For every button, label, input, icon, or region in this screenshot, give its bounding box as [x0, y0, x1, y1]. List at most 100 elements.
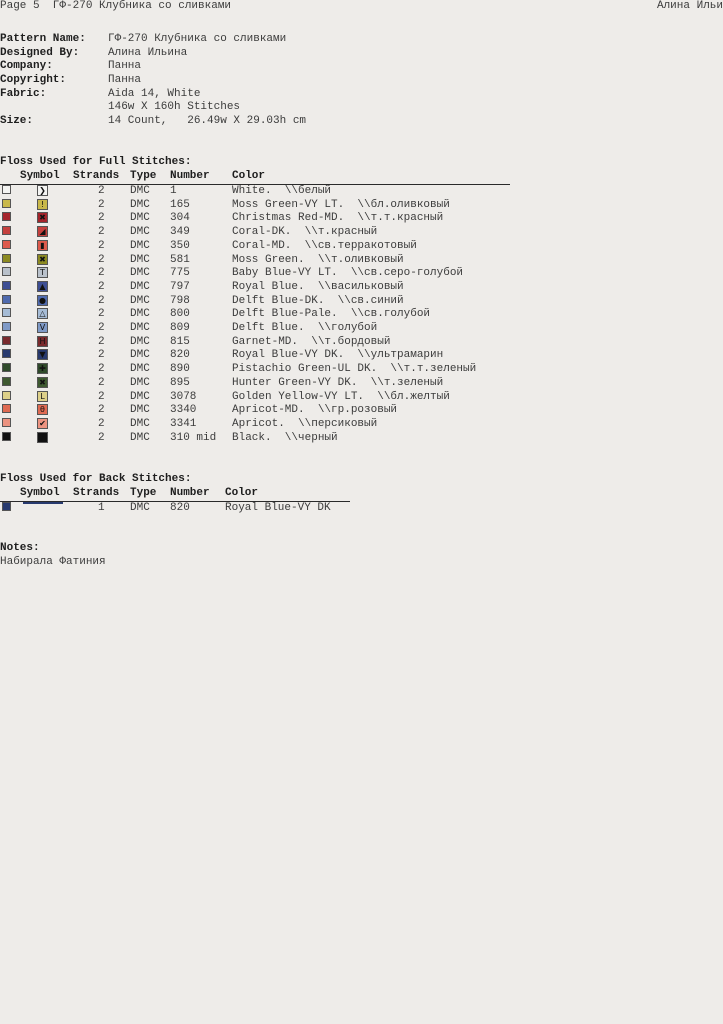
- color-swatch: [2, 431, 11, 441]
- floss-type: DMC: [130, 253, 150, 266]
- floss-color: Delft Blue. \\голубой: [232, 322, 378, 334]
- floss-color: Delft Blue-DK. \\св.синий: [232, 294, 404, 307]
- floss-strands: 2: [98, 226, 105, 239]
- floss-color: Royal Blue-VY DK: [225, 502, 331, 514]
- floss-number: 800: [170, 308, 190, 321]
- stitch-symbol-icon: △: [37, 308, 48, 320]
- floss-row: ✔ 2 DMC 3341 Apricot. \\персиковый: [0, 417, 520, 432]
- floss-type: DMC: [130, 280, 150, 293]
- floss-strands: 2: [98, 212, 105, 225]
- floss-number: 3341: [170, 417, 197, 430]
- floss-strands: 1: [98, 502, 105, 514]
- header-color: Color: [225, 487, 259, 499]
- header-type: Type: [130, 487, 157, 499]
- info-key: Pattern Name:: [0, 33, 86, 45]
- floss-color: Moss Green. \\т.оливковый: [232, 253, 404, 266]
- full-stitches-header: Symbol Strands Type Number Color: [0, 170, 520, 184]
- floss-row: ▼ 2 DMC 820 Royal Blue-VY DK. \\ультрамарин: [0, 349, 520, 363]
- page-label: Page 5 ГФ-270 Клубника со сливками: [0, 0, 232, 12]
- stitch-symbol-icon: L: [37, 390, 48, 402]
- floss-type: DMC: [130, 376, 150, 389]
- info-key: Fabric:: [0, 87, 47, 100]
- header-type: Type: [130, 170, 157, 182]
- floss-strands: 2: [98, 308, 105, 321]
- floss-type: DMC: [130, 417, 150, 430]
- floss-color: Moss Green-VY LT. \\бл.оливковый: [232, 198, 450, 211]
- floss-type: DMC: [130, 294, 150, 307]
- author-short: Алина Ильи: [656, 0, 723, 12]
- info-key: Copyright:: [0, 74, 67, 87]
- floss-number: 3078: [170, 390, 197, 403]
- floss-number: 3340: [170, 404, 197, 417]
- color-swatch: [2, 349, 11, 359]
- color-swatch: [2, 335, 11, 345]
- header-strands: Strands: [73, 487, 120, 499]
- backstitch-line-icon: [23, 502, 63, 504]
- floss-strands: 2: [98, 335, 105, 348]
- floss-row: / 2 DMC 310 mid Black. \\черный: [0, 431, 520, 446]
- floss-number: 310 mid: [170, 431, 217, 444]
- floss-type: DMC: [130, 198, 150, 211]
- floss-row: θ 2 DMC 3340 Apricot-MD. \\гр.розовый: [0, 404, 520, 418]
- full-stitches-title: Floss Used for Full Stitches:: [0, 156, 192, 168]
- header-symbol: Symbol: [20, 487, 60, 499]
- floss-color: Coral-MD. \\св.терракотовый: [232, 239, 417, 252]
- floss-color: Apricot-MD. \\гр.розовый: [232, 404, 398, 417]
- floss-color: Golden Yellow-VY LT. \\бл.желтый: [232, 390, 450, 403]
- floss-color: White. \\белый: [232, 185, 332, 197]
- stitch-symbol-icon: ✖: [37, 253, 48, 265]
- floss-row: ✖ 2 DMC 895 Hunter Green-VY DK. \\т.зеленый: [0, 376, 520, 391]
- floss-row: H 2 DMC 815 Garnet-MD. \\т.бордовый: [0, 335, 520, 350]
- floss-strands: 2: [98, 431, 105, 444]
- header-symbol: Symbol: [20, 170, 60, 182]
- floss-number: 581: [170, 253, 190, 266]
- floss-strands: 2: [98, 363, 105, 376]
- floss-row: ● 2 DMC 798 Delft Blue-DK. \\св.синий: [0, 294, 520, 309]
- info-value: Алина Ильина: [108, 46, 188, 59]
- stitch-symbol-icon: ✔: [37, 417, 48, 429]
- stitch-symbol-icon: ❯: [37, 185, 48, 196]
- floss-type: DMC: [130, 431, 150, 444]
- floss-strands: 2: [98, 417, 105, 430]
- floss-row: ❯ 2 DMC 1 White. \\белый: [0, 185, 520, 199]
- floss-number: 349: [170, 226, 190, 239]
- header-strands: Strands: [73, 170, 120, 182]
- floss-row: ▲ 2 DMC 797 Royal Blue. \\васильковый: [0, 280, 520, 295]
- floss-strands: 2: [98, 390, 105, 403]
- floss-row: V 2 DMC 809 Delft Blue. \\голубой: [0, 322, 520, 336]
- floss-type: DMC: [130, 267, 150, 280]
- floss-type: DMC: [130, 363, 150, 376]
- floss-row: ✖ 2 DMC 581 Moss Green. \\т.оливковый: [0, 253, 520, 268]
- floss-type: DMC: [130, 308, 150, 321]
- floss-number: 815: [170, 335, 190, 348]
- color-swatch: [2, 185, 11, 194]
- stitch-symbol-icon: ◢: [37, 226, 48, 238]
- info-value: 14 Count, 26.49w X 29.03h cm: [108, 115, 307, 128]
- floss-number: 1: [170, 185, 177, 197]
- floss-number: 820: [170, 349, 190, 362]
- floss-number: 809: [170, 322, 190, 334]
- floss-color: Apricot. \\персиковый: [232, 417, 378, 430]
- color-swatch: [2, 404, 11, 414]
- floss-row: ✚ 2 DMC 890 Pistachio Green-UL DK. \\т.т.зел…: [0, 363, 520, 377]
- floss-color: Royal Blue-VY DK. \\ультрамарин: [232, 349, 444, 362]
- color-swatch: [2, 390, 11, 400]
- floss-color: Pistachio Green-UL DK. \\т.т.зеленый: [232, 363, 477, 376]
- floss-type: DMC: [130, 226, 150, 239]
- floss-number: 890: [170, 363, 190, 376]
- stitch-symbol-icon: H: [37, 335, 48, 347]
- floss-strands: 2: [98, 253, 105, 266]
- floss-number: 820: [170, 502, 190, 514]
- info-value: Панна: [108, 60, 142, 73]
- back-stitches-header: Symbol Strands Type Number Color: [0, 487, 360, 501]
- floss-number: 797: [170, 280, 190, 293]
- floss-color: Hunter Green-VY DK. \\т.зеленый: [232, 376, 444, 389]
- color-swatch: [2, 308, 11, 318]
- floss-number: 798: [170, 294, 190, 307]
- info-value: Панна: [108, 74, 142, 87]
- floss-number: 775: [170, 267, 190, 280]
- floss-color: Royal Blue. \\васильковый: [232, 280, 404, 293]
- floss-row: △ 2 DMC 800 Delft Blue-Pale. \\св.голубой: [0, 308, 520, 322]
- stitch-symbol-icon: /: [37, 431, 48, 443]
- color-swatch: [2, 239, 11, 249]
